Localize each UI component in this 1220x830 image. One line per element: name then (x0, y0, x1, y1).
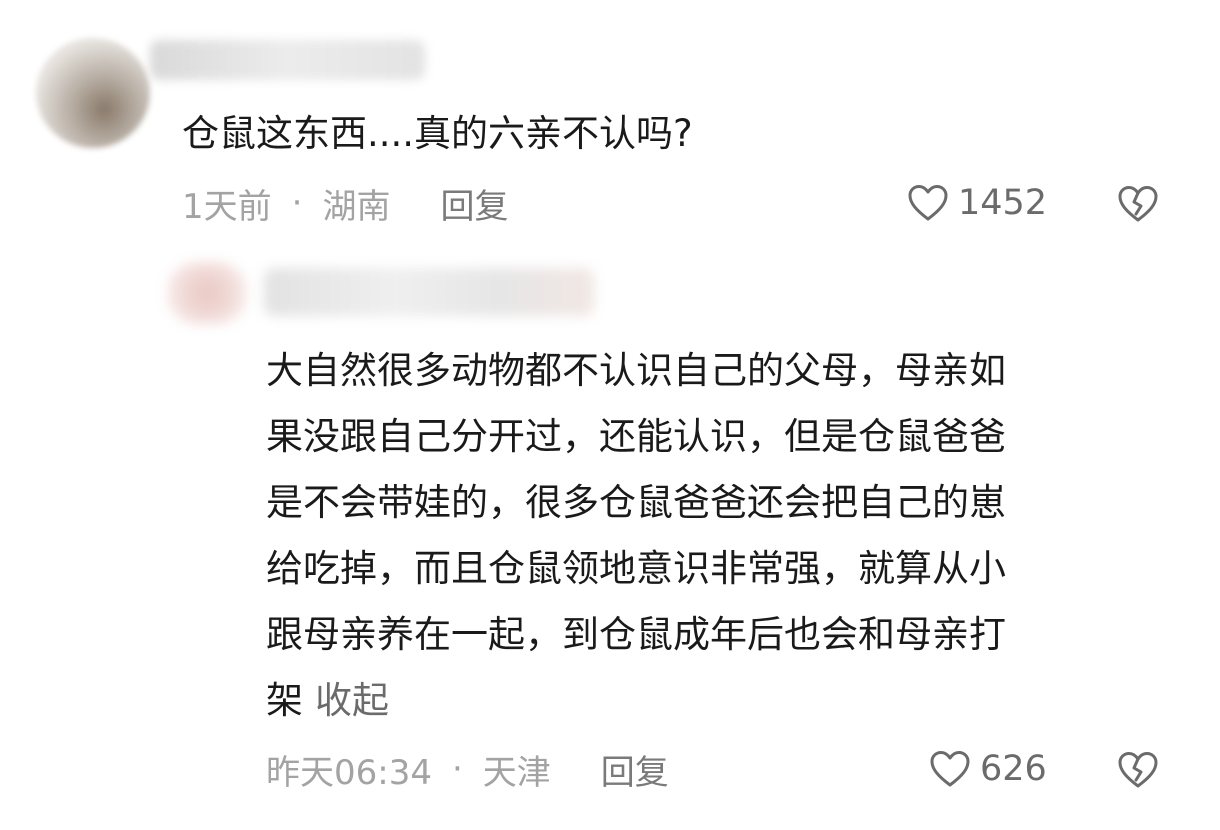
comment-text-line: 给吃掉，而且仓鼠领地意识非常强，就算从小 (266, 547, 1006, 590)
comment-text: 大自然很多动物都不认识自己的父母，母亲如 果没跟自己分开过，还能认识，但是仓鼠爸… (266, 338, 1166, 734)
like-count: 626 (980, 749, 1047, 789)
broken-heart-icon[interactable] (1116, 184, 1160, 224)
comment-time: 1天前 (182, 186, 272, 227)
heart-outline-icon (908, 185, 948, 221)
comment-text-line: 跟母亲养在一起，到仓鼠成年后也会和母亲打 (266, 613, 1006, 656)
comment-text: 仓鼠这东西....真的六亲不认吗? (182, 112, 693, 155)
comment-text-line: 大自然很多动物都不认识自己的父母，母亲如 (266, 349, 1006, 392)
comment-text-line: 是不会带娃的，很多仓鼠爸爸还会把自己的崽 (266, 481, 1006, 524)
comment-meta: 1天前 · 湖南 回复 (182, 178, 508, 228)
like-button[interactable]: 626 (928, 744, 1047, 794)
meta-separator: · (451, 749, 463, 789)
comment-text-last-line: 架收起 (266, 668, 1166, 734)
reply-button[interactable]: 回复 (440, 179, 508, 228)
like-button[interactable]: 1452 (906, 178, 1047, 228)
broken-heart-icon[interactable] (1116, 750, 1160, 790)
avatar[interactable] (168, 262, 246, 324)
heart-outline-icon (930, 751, 970, 787)
avatar[interactable] (36, 38, 150, 148)
meta-separator: · (291, 183, 303, 223)
reply-button[interactable]: 回复 (601, 745, 669, 794)
comment-text-tail: 架 (266, 679, 303, 722)
username-blurred[interactable] (150, 40, 425, 80)
comment-meta: 昨天06:34 · 天津 回复 (266, 744, 669, 794)
collapse-button[interactable]: 收起 (315, 679, 389, 722)
comment-location: 天津 (482, 752, 551, 793)
like-count: 1452 (958, 183, 1048, 223)
comment-location: 湖南 (322, 186, 391, 227)
comment-time: 昨天06:34 (266, 752, 432, 793)
comment-text-line: 果没跟自己分开过，还能认识，但是仓鼠爸爸 (266, 415, 1006, 458)
username-blurred[interactable] (264, 268, 594, 316)
